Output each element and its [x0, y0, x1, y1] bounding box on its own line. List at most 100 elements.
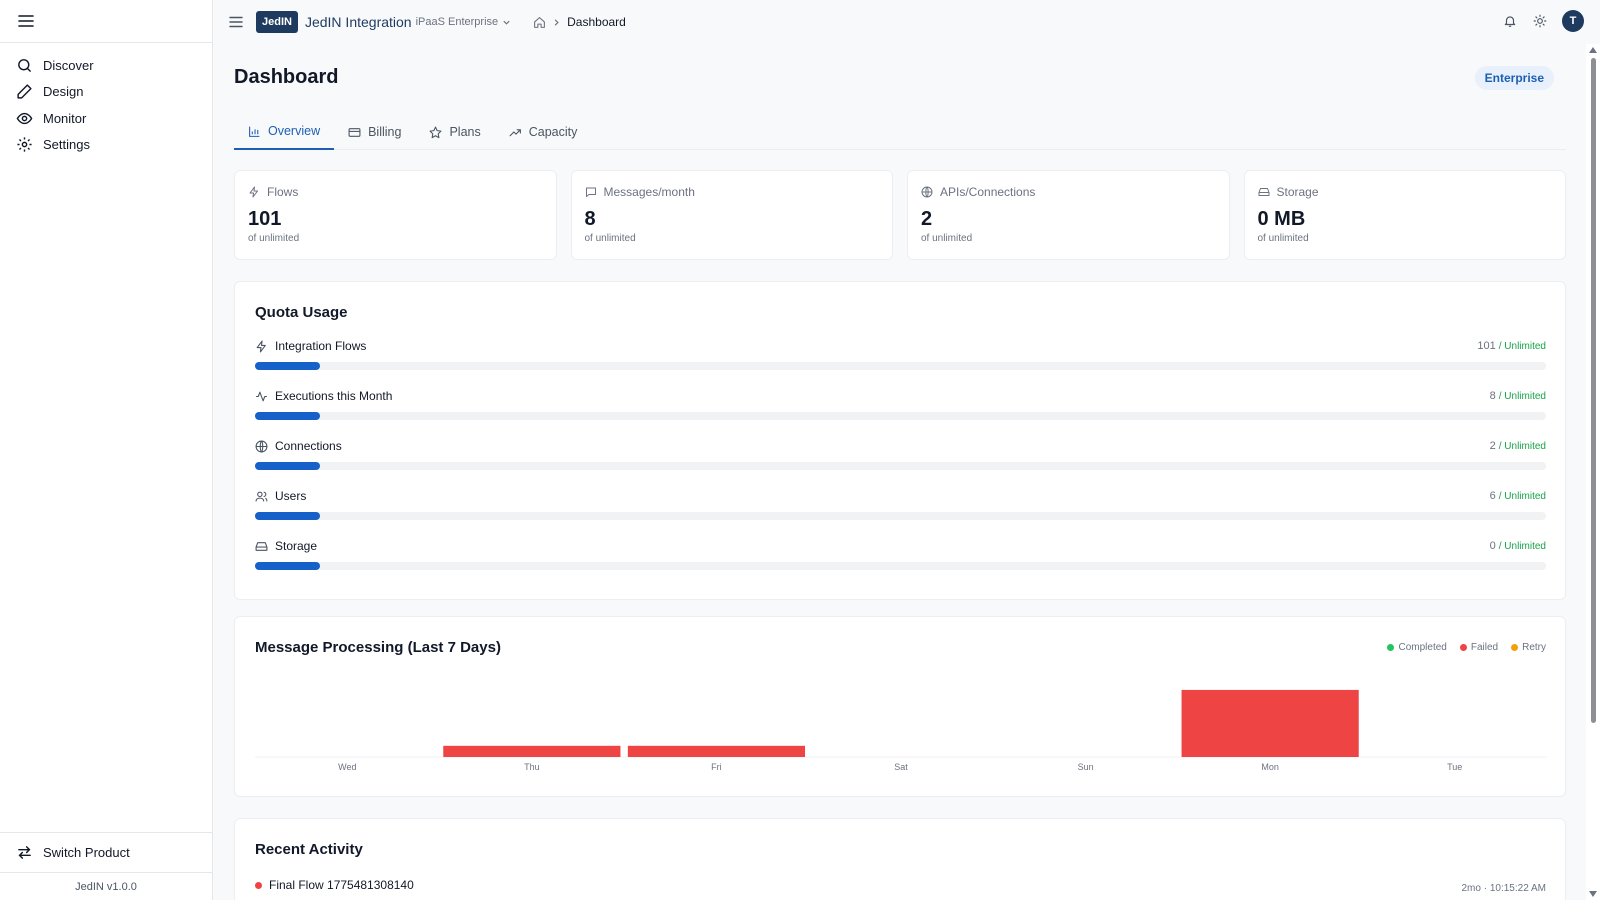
- message-processing-chart: Wed Thu Fri Sat Sun Mon Tue: [255, 689, 1547, 772]
- switch-product-label: Switch Product: [43, 845, 130, 860]
- stat-card-connections: APIs/Connections 2 of unlimited: [907, 170, 1230, 260]
- sidebar-item-design[interactable]: Design: [0, 79, 212, 106]
- card-title: Quota Usage: [255, 304, 348, 321]
- x-tick-label: Fri: [711, 762, 722, 772]
- tab-plans[interactable]: Plans: [415, 114, 494, 150]
- bar-failed-fri[interactable]: [627, 745, 806, 757]
- quota-progress-fill: [255, 362, 320, 370]
- home-icon[interactable]: [533, 16, 546, 29]
- tab-bar: Overview Billing Plans Capacity: [234, 114, 1566, 150]
- quota-label: Executions this Month: [275, 389, 393, 403]
- quota-row: Integration Flows 101 / Unlimited: [255, 339, 1546, 370]
- main-content: Dashboard Enterprise Overview Billing Pl…: [214, 44, 1584, 900]
- stat-sub: of unlimited: [1257, 233, 1309, 244]
- edition-selector[interactable]: iPaaS Enterprise: [416, 16, 512, 28]
- topbar-actions: T: [1502, 10, 1584, 32]
- scroll-up-arrow[interactable]: [1589, 47, 1597, 53]
- zap-icon: [256, 340, 266, 352]
- message-processing-card: Message Processing (Last 7 Days) Complet…: [234, 616, 1566, 797]
- tab-label: Capacity: [528, 125, 578, 139]
- sidebar-item-discover[interactable]: Discover: [0, 52, 212, 79]
- quota-progress-fill: [255, 562, 320, 570]
- quota-usage-card: Quota Usage Integration Flows 101 / Unli…: [234, 281, 1566, 600]
- tab-overview[interactable]: Overview: [234, 114, 335, 150]
- quota-value: 6: [1489, 490, 1496, 502]
- globe-icon: [921, 186, 933, 198]
- card-title: Recent Activity: [255, 841, 363, 858]
- stat-label: Flows: [267, 185, 299, 199]
- bell-icon: [1504, 16, 1516, 27]
- legend-label: Retry: [1522, 642, 1546, 653]
- hamburger-menu-icon[interactable]: [18, 14, 34, 28]
- quota-label: Integration Flows: [275, 339, 367, 353]
- globe-icon: [255, 440, 268, 452]
- plan-badge: Enterprise: [1474, 66, 1554, 90]
- toggle-sidebar-button[interactable]: [226, 12, 246, 32]
- x-tick-label: Sun: [1078, 762, 1094, 772]
- sidebar-item-label: Settings: [43, 137, 90, 153]
- sidebar-item-monitor[interactable]: Monitor: [0, 105, 212, 132]
- quota-progress-fill: [255, 512, 320, 520]
- quota-progress-fill: [255, 462, 320, 470]
- scroll-down-arrow[interactable]: [1589, 891, 1597, 897]
- star-icon: [429, 126, 442, 138]
- bar-failed-thu[interactable]: [443, 745, 621, 757]
- quota-row: Storage 0 / Unlimited: [255, 539, 1546, 570]
- quota-label: Storage: [275, 539, 318, 553]
- zap-icon: [249, 186, 258, 198]
- stat-label: Storage: [1276, 185, 1319, 199]
- quota-progress-track: [255, 562, 1546, 570]
- breadcrumb-current: Dashboard: [567, 15, 626, 29]
- gear-icon: [17, 137, 32, 152]
- sun-icon: [1533, 14, 1547, 28]
- sidebar-item-label: Monitor: [43, 110, 87, 126]
- theme-toggle-button[interactable]: [1532, 13, 1548, 29]
- quota-progress-track: [255, 512, 1546, 520]
- sidebar-footer: Switch Product JedIN v1.0.0: [0, 832, 212, 900]
- page-title: Dashboard: [234, 66, 339, 88]
- quota-limit: / Unlimited: [1498, 391, 1546, 402]
- status-dot: [255, 881, 262, 889]
- activity-time: 2mo · 10:15:22 AM: [1461, 883, 1547, 894]
- legend-item-completed: Completed: [1387, 642, 1447, 653]
- activity-item[interactable]: Final Flow 1775481308140: [255, 878, 1546, 892]
- quota-progress-track: [255, 462, 1546, 470]
- stat-sub: of unlimited: [921, 233, 973, 244]
- tab-capacity[interactable]: Capacity: [495, 114, 592, 150]
- chart-legend: Completed Failed Retry: [1387, 642, 1546, 653]
- recent-activity-card: Recent Activity Final Flow 1775481308140…: [234, 818, 1566, 900]
- quota-value: 8: [1489, 390, 1496, 402]
- stat-card-flows: Flows 101 of unlimited: [234, 170, 557, 260]
- quota-limit: / Unlimited: [1498, 491, 1546, 502]
- drive-icon: [1258, 188, 1269, 196]
- brand-logo[interactable]: JedIN: [256, 11, 298, 33]
- quota-limit: / Unlimited: [1498, 541, 1546, 552]
- legend-item-failed: Failed: [1459, 642, 1498, 653]
- pencil-icon: [17, 84, 32, 99]
- quota-row: Users 6 / Unlimited: [255, 489, 1546, 520]
- quota-value: 101: [1477, 340, 1496, 352]
- brand-name: JedIN Integration: [304, 14, 412, 30]
- card-title: Message Processing (Last 7 Days): [255, 639, 501, 656]
- bar-chart-icon: [249, 126, 260, 137]
- switch-product-button[interactable]: Switch Product: [0, 832, 212, 872]
- user-avatar[interactable]: T: [1562, 10, 1584, 32]
- stat-label: Messages/month: [603, 185, 695, 199]
- users-icon: [255, 491, 268, 501]
- sidebar-header: [0, 0, 212, 43]
- quota-value: 2: [1489, 440, 1496, 452]
- notifications-button[interactable]: [1502, 13, 1518, 29]
- stat-card-messages: Messages/month 8 of unlimited: [570, 170, 893, 260]
- sidebar-item-settings[interactable]: Settings: [0, 132, 212, 159]
- switch-arrows-icon: [18, 846, 31, 859]
- tab-label: Billing: [368, 125, 402, 139]
- tab-billing[interactable]: Billing: [334, 114, 415, 150]
- legend-item-retry: Retry: [1511, 642, 1546, 653]
- x-tick-label: Mon: [1261, 762, 1279, 772]
- scroll-thumb[interactable]: [1591, 58, 1596, 723]
- chevron-right-icon: [554, 18, 559, 26]
- bar-failed-mon[interactable]: [1181, 689, 1359, 757]
- chevron-down-icon: [503, 20, 510, 25]
- main-scrollbar[interactable]: [1586, 44, 1600, 900]
- stats-row: Flows 101 of unlimited Messages/month 8 …: [234, 170, 1566, 260]
